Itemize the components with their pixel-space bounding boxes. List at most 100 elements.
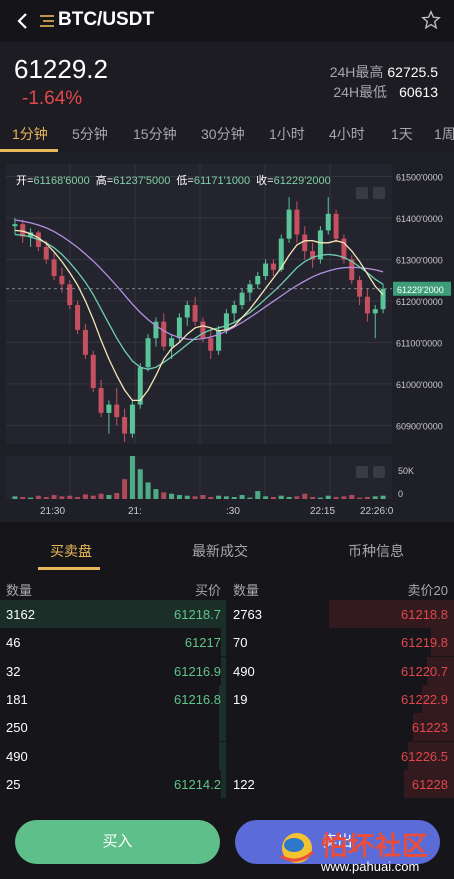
volume-bar (114, 493, 120, 499)
24h-high-label: 24H最高 (329, 64, 384, 80)
watermark: 怕坏社区 www.pahuai.com (275, 826, 450, 876)
time-tick-label: :30 (226, 506, 240, 517)
tab-1hour[interactable]: 1小时 (269, 124, 305, 144)
tab-1week[interactable]: 1周 (434, 124, 454, 144)
orderbook-row[interactable]: 25 61214.2 122 61228 (0, 769, 454, 798)
candle-body (364, 296, 370, 314)
current-price-label: 61229'2000 (397, 285, 444, 295)
candle-body (129, 404, 135, 434)
ask-price: 61218.8 (401, 607, 448, 622)
bid-price: 61217 (184, 635, 221, 651)
ask-qty: 2763 (233, 607, 262, 622)
tab-latest-trades[interactable]: 最新成交 (192, 541, 248, 561)
ask-qty: 490 (233, 663, 255, 679)
volume-bar (106, 495, 112, 499)
volume-bar (325, 495, 331, 499)
open-value: 61168'6000 (33, 175, 90, 187)
candle-body (145, 338, 151, 368)
volume-bar (184, 495, 190, 499)
volume-bar (286, 497, 292, 499)
low-value: 61171'1000 (193, 175, 251, 187)
ask-price: 61222.9 (401, 691, 448, 707)
buy-button[interactable]: 买入 (15, 820, 220, 864)
bid-price-header: 买价 (194, 583, 221, 598)
volume-bar (333, 497, 339, 499)
orderbook-row[interactable]: 250 61223 (0, 713, 454, 742)
bid-price: 61216.8 (174, 691, 221, 707)
bid-depth-bar (221, 769, 226, 798)
candle-body (122, 417, 128, 434)
volume-bar (255, 491, 261, 499)
candle-body (286, 209, 292, 239)
volume-tick-label: 50K (398, 466, 414, 476)
open-label: 开= (16, 175, 34, 187)
price-tick-label: 61300'0000 (396, 255, 443, 265)
candle-body (325, 213, 331, 231)
volume-bar (302, 493, 308, 499)
ask-price: 61226.5 (401, 748, 448, 764)
volume-bar (208, 497, 214, 499)
volume-plot-bg (6, 456, 392, 499)
candle-body (67, 284, 73, 306)
high-value: 61237'5000 (113, 175, 171, 187)
tab-orderbook[interactable]: 买卖盘 (50, 541, 92, 561)
volume-bar (35, 495, 41, 499)
tab-1min[interactable]: 1分钟 (12, 124, 48, 144)
24h-high: 24H最高 62725.5 (330, 62, 438, 82)
ask-qty-header: 数量 (233, 583, 260, 598)
orderbook-row[interactable]: 490 61226.5 (0, 741, 454, 770)
orderbook-row[interactable]: 32 61216.9 490 61220.7 (0, 656, 454, 685)
volume-bar (153, 489, 159, 499)
tab-1day[interactable]: 1天 (391, 124, 413, 144)
menu-icon[interactable] (38, 12, 56, 30)
section-tabs: 买卖盘 最新成交 币种信息 (0, 530, 454, 570)
bid-qty: 490 (6, 748, 28, 764)
ask-price: 61219.8 (401, 635, 448, 651)
bid-qty: 25 (6, 776, 21, 792)
price-tick-label: 60900'0000 (396, 421, 443, 431)
candle-body (176, 317, 182, 339)
high-label: 高= (95, 175, 114, 187)
volume-bar (82, 494, 88, 499)
favorite-star-icon[interactable] (420, 9, 442, 31)
bid-qty: 46 (6, 635, 21, 651)
bid-depth-bar (221, 628, 226, 657)
close-label: 收= (256, 175, 274, 187)
ask-qty: 122 (233, 776, 255, 792)
time-tick-label: 21: (128, 506, 142, 517)
candle-body (90, 354, 96, 388)
candle-body (302, 234, 308, 252)
orderbook-row[interactable]: 3162 61218.7 2763 61218.8 (0, 600, 454, 628)
back-arrow-icon[interactable] (12, 10, 34, 32)
bid-price: 61218.7 (174, 607, 221, 622)
volume-bar (239, 495, 245, 499)
tab-4hour[interactable]: 4小时 (329, 124, 365, 144)
candle-body (255, 276, 261, 285)
volume-bar (310, 497, 316, 499)
watermark-url: www.pahuai.com (321, 859, 420, 874)
orderbook-row[interactable]: 181 61216.8 19 61222.9 (0, 684, 454, 713)
low-label: 低= (176, 175, 194, 187)
tab-15min[interactable]: 15分钟 (133, 124, 177, 144)
candle-body (200, 321, 206, 339)
volume-bar (357, 497, 363, 499)
bid-depth-bar (221, 656, 226, 685)
volume-bar (169, 493, 175, 499)
volume-bar (122, 479, 128, 499)
candle-body (161, 321, 167, 347)
volume-bar (161, 492, 167, 499)
candle-body (223, 313, 229, 330)
volume-bar (98, 493, 104, 499)
volume-bar (137, 469, 143, 499)
volume-bar (67, 495, 73, 499)
pair-title[interactable]: BTC/USDT (58, 9, 154, 31)
orderbook-row[interactable]: 46 61217 70 61219.8 (0, 628, 454, 657)
volume-bar (176, 495, 182, 499)
tab-5min[interactable]: 5分钟 (72, 124, 108, 144)
tab-30min[interactable]: 30分钟 (201, 124, 245, 144)
price-plot-bg (6, 164, 392, 444)
kline-chart[interactable]: 61500'0000 61400'0000 61300'0000 61200'0000… (0, 152, 454, 522)
tab-coin-info[interactable]: 币种信息 (348, 541, 404, 561)
volume-bar (231, 497, 237, 499)
volume-bar (317, 497, 323, 499)
